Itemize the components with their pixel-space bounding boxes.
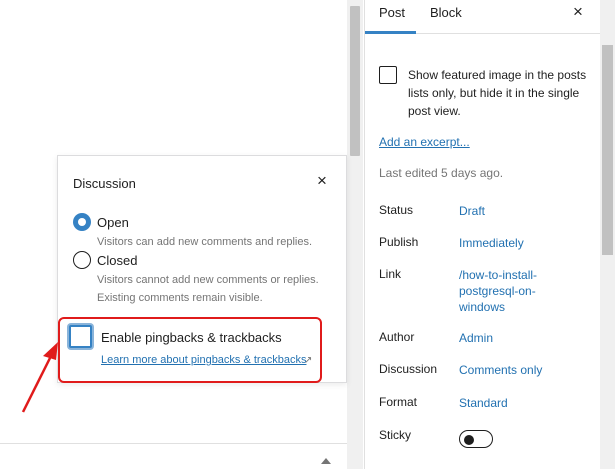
active-tab-indicator [365, 31, 416, 34]
tab-block[interactable]: Block [430, 5, 462, 20]
featured-image-checkbox[interactable] [379, 66, 397, 84]
link-label: Link [379, 267, 402, 281]
canvas-scrollbar-thumb[interactable] [350, 6, 360, 156]
pingbacks-label[interactable]: Enable pingbacks & trackbacks [101, 330, 282, 345]
pingbacks-checkbox[interactable] [69, 325, 92, 348]
discussion-value-button[interactable]: Comments only [459, 362, 542, 378]
popover-title: Discussion [73, 176, 136, 191]
closed-radio[interactable] [73, 251, 91, 269]
featured-image-checkbox-label[interactable]: Show featured image in the posts lists o… [408, 66, 593, 120]
closed-help-text: Visitors cannot add new comments or repl… [97, 274, 319, 304]
author-label: Author [379, 330, 415, 344]
close-icon[interactable]: × [568, 2, 588, 22]
sidebar-tabs: Post Block × [365, 0, 601, 34]
publish-label: Publish [379, 235, 419, 249]
sticky-toggle-knob [464, 435, 474, 445]
external-link-icon: ↗ [304, 355, 313, 366]
tab-post[interactable]: Post [379, 5, 405, 20]
open-radio[interactable] [73, 213, 91, 231]
open-help-text: Visitors can add new comments and replie… [97, 236, 313, 248]
open-radio-label[interactable]: Open [97, 215, 129, 230]
pingbacks-learn-more-link[interactable]: Learn more about pingbacks & trackbacks [101, 354, 306, 366]
publish-value-button[interactable]: Immediately [459, 235, 524, 251]
annotation-highlight-box [58, 317, 322, 383]
author-value-button[interactable]: Admin [459, 330, 493, 346]
caret-up-icon[interactable] [321, 458, 331, 464]
settings-sidebar: Post Block × Show featured image in the … [364, 0, 601, 469]
discussion-label: Discussion [379, 362, 438, 376]
status-value-button[interactable]: Draft [459, 203, 485, 219]
closed-radio-label[interactable]: Closed [97, 253, 137, 268]
add-excerpt-link[interactable]: Add an excerpt... [379, 135, 470, 149]
format-label: Format [379, 395, 418, 409]
annotation-arrow-icon [21, 342, 58, 413]
status-label: Status [379, 203, 414, 217]
sticky-label: Sticky [379, 428, 412, 442]
sidebar-scrollbar-thumb[interactable] [602, 45, 613, 255]
canvas-divider [0, 443, 347, 444]
format-value-button[interactable]: Standard [459, 395, 508, 411]
sticky-toggle[interactable] [459, 430, 493, 448]
last-edited-text: Last edited 5 days ago. [379, 166, 504, 180]
close-icon[interactable]: × [312, 170, 332, 192]
link-value-button[interactable]: /how-to-install-postgresql-on-windows [459, 267, 569, 315]
